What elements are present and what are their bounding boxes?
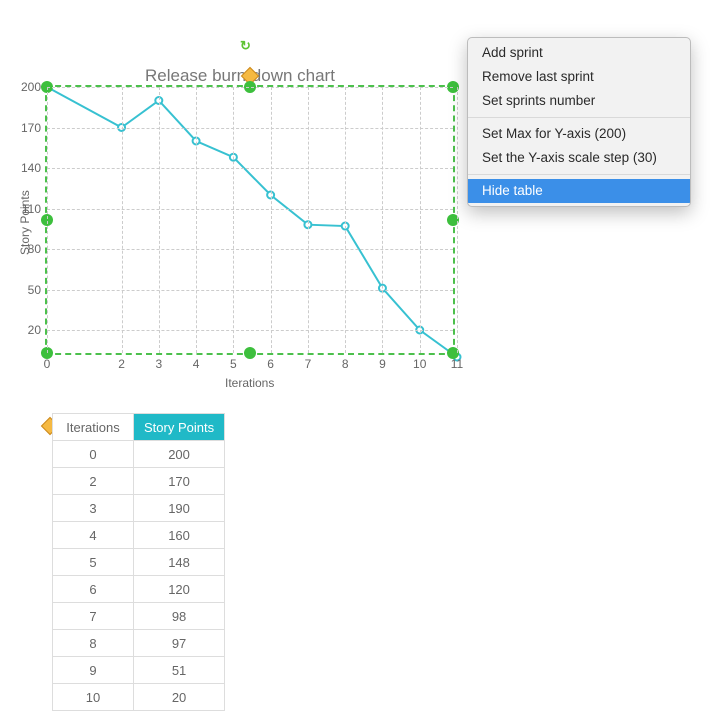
x-tick-label: 8 [342, 353, 349, 371]
gridline-horizontal [47, 209, 453, 210]
table-row: 5148 [53, 549, 225, 576]
table-cell[interactable]: 10 [53, 684, 134, 711]
table-row: 897 [53, 630, 225, 657]
menu-item[interactable]: Set Max for Y-axis (200) [468, 122, 690, 146]
gridline-vertical [271, 87, 272, 353]
x-tick-label: 2 [118, 353, 125, 371]
x-tick-label: 7 [305, 353, 312, 371]
gridline-horizontal [47, 290, 453, 291]
y-tick-label: 140 [21, 161, 47, 175]
x-tick-label: 9 [379, 353, 386, 371]
table-header[interactable]: Story Points [134, 414, 225, 441]
table-cell[interactable]: 4 [53, 522, 134, 549]
table-cell[interactable]: 51 [134, 657, 225, 684]
table-header[interactable]: Iterations [53, 414, 134, 441]
table-cell[interactable]: 6 [53, 576, 134, 603]
chart-context-menu[interactable]: Add sprintRemove last sprintSet sprints … [467, 37, 691, 207]
gridline-vertical [382, 87, 383, 353]
table-cell[interactable]: 5 [53, 549, 134, 576]
x-axis-label: Iterations [225, 376, 274, 390]
table-cell[interactable]: 200 [134, 441, 225, 468]
gridline-vertical [122, 87, 123, 353]
table-row: 798 [53, 603, 225, 630]
menu-separator [468, 117, 690, 118]
table-row: 4160 [53, 522, 225, 549]
gridline-vertical [345, 87, 346, 353]
selection-handle[interactable] [244, 347, 256, 359]
x-tick-label: 5 [230, 353, 237, 371]
table-row: 0200 [53, 441, 225, 468]
gridline-horizontal [47, 249, 453, 250]
gridline-vertical [196, 87, 197, 353]
x-tick-label: 3 [155, 353, 162, 371]
table-cell[interactable]: 7 [53, 603, 134, 630]
gridline-vertical [420, 87, 421, 353]
chart-selection-frame[interactable]: 2050801101401702000234567891011 [45, 85, 455, 355]
table-cell[interactable]: 160 [134, 522, 225, 549]
table-cell[interactable]: 3 [53, 495, 134, 522]
x-tick-label: 0 [44, 353, 51, 371]
y-tick-label: 20 [28, 323, 47, 337]
menu-item[interactable]: Set the Y-axis scale step (30) [468, 146, 690, 170]
table-cell[interactable]: 9 [53, 657, 134, 684]
chart-data-table: IterationsStory Points020021703190416051… [52, 413, 225, 711]
table-row: 1020 [53, 684, 225, 711]
table-cell[interactable]: 20 [134, 684, 225, 711]
menu-item[interactable]: Set sprints number [468, 89, 690, 113]
menu-item[interactable]: Add sprint [468, 41, 690, 65]
table-row: 2170 [53, 468, 225, 495]
menu-item[interactable]: Remove last sprint [468, 65, 690, 89]
table-cell[interactable]: 97 [134, 630, 225, 657]
gridline-horizontal [47, 168, 453, 169]
rotate-handle-icon[interactable]: ↻ [240, 38, 251, 54]
y-tick-label: 50 [28, 283, 47, 297]
table-row: 951 [53, 657, 225, 684]
y-tick-label: 170 [21, 121, 47, 135]
x-tick-label: 10 [413, 353, 426, 371]
menu-item-hide-table[interactable]: Hide table [468, 179, 690, 203]
gridline-vertical [233, 87, 234, 353]
table-cell[interactable]: 98 [134, 603, 225, 630]
table-cell[interactable]: 0 [53, 441, 134, 468]
gridline-horizontal [47, 330, 453, 331]
table-cell[interactable]: 2 [53, 468, 134, 495]
x-tick-label: 6 [267, 353, 274, 371]
y-axis-label: Story Points [18, 190, 32, 255]
gridline-vertical [308, 87, 309, 353]
table-cell[interactable]: 148 [134, 549, 225, 576]
table-row: 6120 [53, 576, 225, 603]
x-tick-label: 11 [451, 353, 463, 371]
x-tick-label: 4 [193, 353, 200, 371]
gridline-vertical [159, 87, 160, 353]
table-row: 3190 [53, 495, 225, 522]
y-tick-label: 200 [21, 80, 47, 94]
gridline-horizontal [47, 87, 453, 88]
table-cell[interactable]: 8 [53, 630, 134, 657]
gridline-horizontal [47, 128, 453, 129]
menu-separator [468, 174, 690, 175]
table-cell[interactable]: 170 [134, 468, 225, 495]
gridline-vertical [457, 87, 458, 353]
table-cell[interactable]: 190 [134, 495, 225, 522]
table-cell[interactable]: 120 [134, 576, 225, 603]
gridline-vertical [47, 87, 48, 353]
